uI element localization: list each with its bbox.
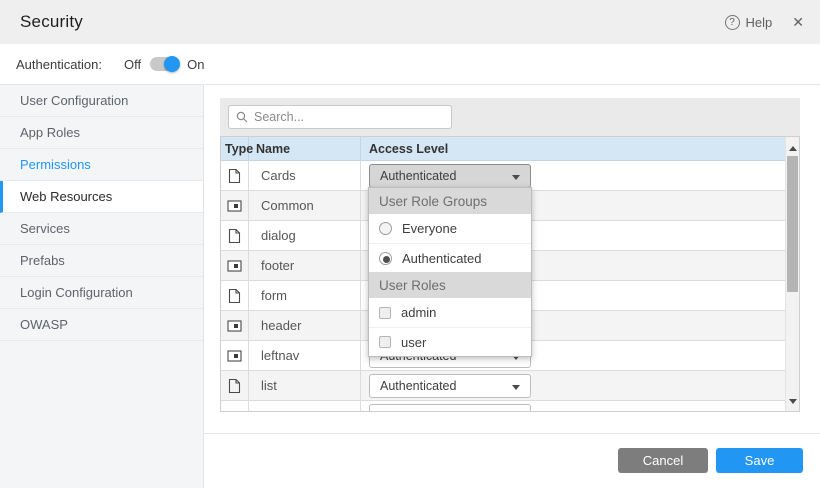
sidebar-item-login-configuration[interactable]: Login Configuration — [0, 277, 203, 309]
search-toolbar — [220, 98, 800, 136]
footer-divider — [204, 433, 820, 434]
page-icon — [228, 288, 241, 304]
select-value: Authenticated — [380, 379, 456, 393]
option-label: user — [401, 335, 426, 350]
scroll-down-icon[interactable] — [786, 395, 800, 407]
page-icon — [228, 168, 241, 184]
dropdown-option-authenticated[interactable]: Authenticated — [369, 243, 531, 272]
sidebar-item-label: OWASP — [20, 317, 68, 332]
search-input[interactable] — [254, 110, 451, 124]
widget-icon — [227, 260, 242, 272]
sidebar-item-owasp[interactable]: OWASP — [0, 309, 203, 341]
resource-name: Common — [249, 191, 361, 220]
sidebar-item-prefabs[interactable]: Prefabs — [0, 245, 203, 277]
sidebar-item-label: User Configuration — [20, 93, 128, 108]
search-box[interactable] — [228, 105, 452, 129]
access-level-select[interactable]: Authenticated — [369, 164, 531, 188]
column-header-name: Name — [249, 137, 361, 160]
checkbox-icon — [379, 307, 391, 319]
toggle-on-label: On — [187, 57, 204, 72]
dropdown-group-header: User Roles — [369, 272, 531, 298]
caret-down-icon — [512, 175, 520, 180]
help-button[interactable]: ? Help — [725, 15, 773, 30]
table-header-row: Type Name Access Level — [221, 137, 786, 161]
sidebar-item-label: Permissions — [20, 157, 91, 172]
access-level-select[interactable]: Authenticated — [369, 374, 531, 398]
widget-icon — [227, 200, 242, 212]
authentication-label: Authentication: — [16, 57, 102, 72]
authentication-bar: Authentication: Off On — [0, 44, 820, 85]
table-scrollbar[interactable] — [785, 137, 799, 411]
dropdown-option-everyone[interactable]: Everyone — [369, 214, 531, 243]
sidebar-item-web-resources[interactable]: Web Resources — [0, 181, 203, 213]
page-icon — [228, 378, 241, 394]
scroll-up-icon[interactable] — [786, 142, 800, 154]
sidebar-item-user-configuration[interactable]: User Configuration — [0, 85, 203, 117]
option-label: Authenticated — [402, 251, 482, 266]
resource-name: header — [249, 311, 361, 340]
column-header-type: Type — [221, 137, 249, 160]
help-label: Help — [746, 15, 773, 30]
table-row: list Authenticated — [221, 371, 786, 401]
access-level-select[interactable] — [369, 404, 531, 413]
sidebar-item-label: App Roles — [20, 125, 80, 140]
sidebar: User Configuration App Roles Permissions… — [0, 85, 204, 488]
sidebar-item-app-roles[interactable]: App Roles — [0, 117, 203, 149]
column-header-access-level: Access Level — [361, 137, 786, 160]
resource-name: leftnav — [249, 341, 361, 370]
radio-icon — [379, 222, 392, 235]
toggle-knob — [164, 56, 180, 72]
titlebar: Security ? Help ✕ — [0, 0, 820, 44]
sidebar-item-label: Services — [20, 221, 70, 236]
page-icon — [228, 228, 241, 244]
select-value: Authenticated — [380, 169, 456, 183]
sidebar-item-label: Login Configuration — [20, 285, 133, 300]
authentication-toggle[interactable] — [150, 57, 178, 71]
widget-icon — [227, 350, 242, 362]
widget-icon — [227, 320, 242, 332]
dropdown-group-header: User Role Groups — [369, 188, 531, 214]
dropdown-option-user[interactable]: user — [369, 327, 531, 356]
main-content: Type Name Access Level Cards Authenticat… — [204, 85, 820, 488]
toggle-off-label: Off — [124, 57, 141, 72]
dropdown-option-admin[interactable]: admin — [369, 298, 531, 327]
sidebar-item-services[interactable]: Services — [0, 213, 203, 245]
sidebar-item-label: Prefabs — [20, 253, 65, 268]
option-label: admin — [401, 305, 436, 320]
save-button[interactable]: Save — [716, 448, 803, 473]
search-icon — [236, 111, 248, 123]
scrollbar-thumb[interactable] — [787, 156, 798, 292]
access-level-dropdown: User Role Groups Everyone Authenticated … — [368, 187, 532, 357]
option-label: Everyone — [402, 221, 457, 236]
resource-name: Cards — [249, 161, 361, 190]
caret-down-icon — [512, 385, 520, 390]
resource-name: form — [249, 281, 361, 310]
resource-name — [249, 401, 361, 412]
table-row-partial — [221, 401, 786, 412]
checkbox-icon — [379, 336, 391, 348]
help-icon: ? — [725, 15, 740, 30]
resource-name: dialog — [249, 221, 361, 250]
sidebar-item-label: Web Resources — [20, 189, 112, 204]
sidebar-item-permissions[interactable]: Permissions — [0, 149, 203, 181]
page-title: Security — [20, 12, 83, 32]
cancel-button[interactable]: Cancel — [618, 448, 708, 473]
close-icon[interactable]: ✕ — [792, 15, 804, 29]
radio-checked-icon — [379, 252, 392, 265]
resource-name: list — [249, 371, 361, 400]
resource-name: footer — [249, 251, 361, 280]
